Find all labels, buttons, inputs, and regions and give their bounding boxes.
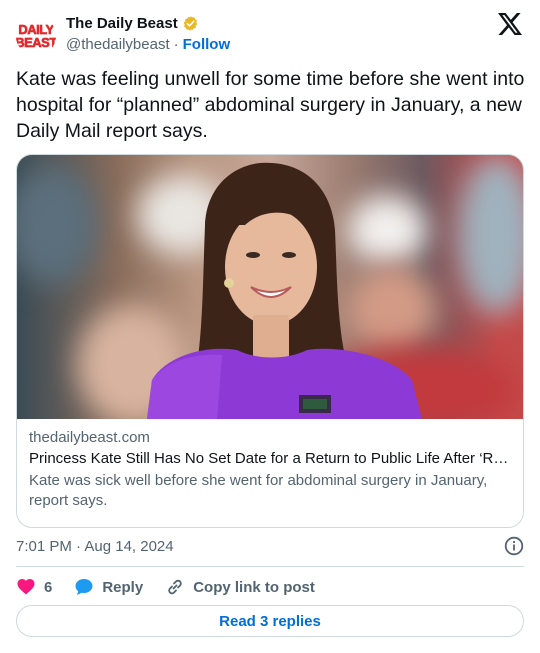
link-domain: thedailybeast.com [29,429,150,446]
follow-button[interactable]: Follow [183,36,231,53]
post-text: Kate was feeling unwell for some time be… [16,68,525,142]
embedded-post: DAILY BEAST The Daily Beast @thedailybea… [0,0,540,653]
author-name[interactable]: The Daily Beast [66,15,178,32]
link-title[interactable]: Princess Kate Still Has No Set Date for … [29,450,511,467]
link-description: Kate was sick well before she went for a… [29,472,488,509]
author-handle[interactable]: @thedailybeast [66,36,170,53]
separator-dot: · [173,36,179,53]
photo-subject-illustration [147,162,422,419]
post-actions: 6 Reply Copy link to post [16,575,337,599]
post-meta-row: 7:01 PM · Aug 14, 2024 [16,536,524,556]
reply-button[interactable]: Reply [74,577,143,597]
copy-link-button[interactable]: Copy link to post [165,577,315,597]
copy-link-label: Copy link to post [193,578,315,596]
author-avatar[interactable]: DAILY BEAST [16,16,56,56]
post-timestamp[interactable]: 7:01 PM · Aug 14, 2024 [16,538,174,555]
heart-icon [17,579,35,595]
info-icon[interactable] [504,536,524,556]
author-name-row: The Daily Beast [66,15,199,32]
like-count: 6 [44,578,53,596]
logo-text-line-2: BEAST [16,35,56,50]
read-replies-button[interactable]: Read 3 replies [16,605,524,637]
link-preview-info: thedailybeast.com Princess Kate Still Ha… [17,419,523,521]
speech-bubble-icon [75,579,93,595]
like-button[interactable]: 6 [16,577,52,597]
link-preview-card[interactable]: thedailybeast.com Princess Kate Still Ha… [16,154,524,528]
x-logo-icon[interactable] [498,13,522,35]
divider [16,566,524,567]
author-handle-row: @thedailybeast · Follow [66,36,230,53]
reply-label: Reply [102,578,144,596]
verified-badge-icon [183,16,197,31]
link-preview-image[interactable] [17,155,523,419]
link-icon [168,579,182,595]
